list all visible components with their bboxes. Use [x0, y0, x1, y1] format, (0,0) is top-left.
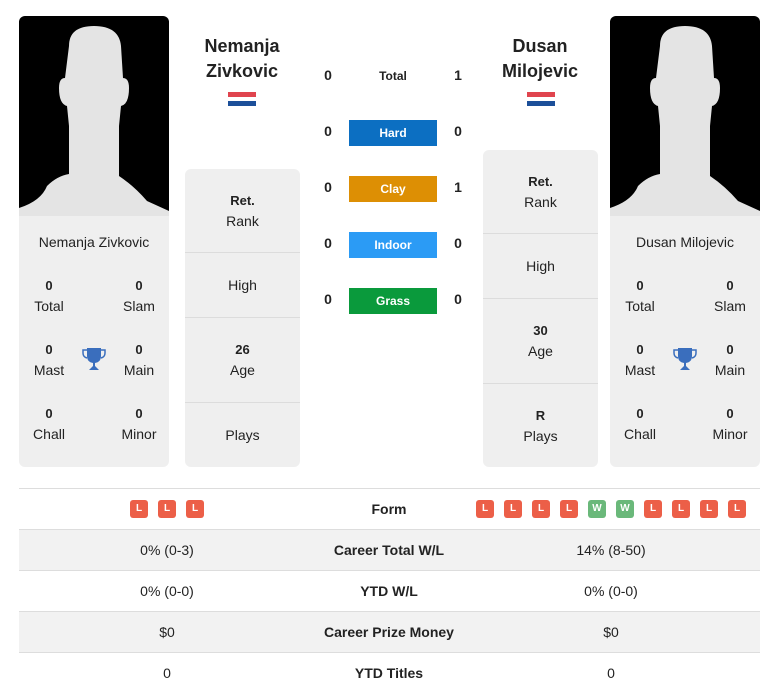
player2-stat-total: 0 Total: [625, 278, 655, 314]
player1-stat-minor: 0 Minor: [121, 406, 157, 442]
player2-stat-chall: 0 Chall: [624, 406, 656, 442]
form-badge-loss: L: [644, 500, 662, 518]
p2-form: LLLLWWLLLL: [463, 489, 759, 529]
h2h-total-p1: 0: [324, 67, 332, 83]
player2-card: Dusan Milojevic 0 Total 0 Slam 0 Mast 0 …: [610, 16, 760, 467]
p1-value: 0% (0-3): [140, 542, 194, 558]
form-badge-loss: L: [186, 500, 204, 518]
player2-high: High: [483, 234, 598, 299]
player1-rank: Ret. Rank: [185, 169, 300, 253]
row-label: YTD W/L: [360, 583, 418, 599]
form-badge-loss: L: [158, 500, 176, 518]
surface-indoor-button[interactable]: Indoor: [349, 232, 437, 258]
player1-age: 26 Age: [185, 318, 300, 403]
table-row-form: LLL Form LLLLWWLLLL: [19, 488, 760, 529]
form-badge-loss: L: [130, 500, 148, 518]
player2-photo: [610, 16, 760, 216]
form-badge-loss: L: [672, 500, 690, 518]
serbia-flag-icon: [228, 92, 256, 106]
player1-card: Nemanja Zivkovic 0 Total 0 Slam 0 Mast 0…: [19, 16, 169, 467]
h2h-indoor-p2: 0: [454, 235, 462, 251]
form-badge-loss: L: [560, 500, 578, 518]
form-badge-loss: L: [504, 500, 522, 518]
h2h-clay-p2: 1: [454, 179, 462, 195]
trophy-icon: [81, 346, 107, 372]
player1-stat-main: 0 Main: [123, 342, 155, 378]
p1-form: LLL: [19, 489, 315, 529]
h2h-grass-p2: 0: [454, 291, 462, 307]
player2-stat-mast: 0 Mast: [624, 342, 656, 378]
p2-value: 0% (0-0): [584, 583, 638, 599]
trophy-icon: [672, 346, 698, 372]
row-label: Career Total W/L: [333, 542, 445, 558]
player2-rank: Ret. Rank: [483, 150, 598, 234]
player1-stat-total: 0 Total: [34, 278, 64, 314]
player1-plays: Plays: [225, 427, 260, 443]
player2-info-card: Ret. Rank High 30 Age R Plays: [483, 150, 598, 467]
player1-stat-slam: 0 Slam: [123, 278, 155, 314]
player1-photo: [19, 16, 169, 216]
h2h-hard-p2: 0: [454, 123, 462, 139]
player2-card-name: Dusan Milojevic: [635, 234, 735, 250]
form-badge-loss: L: [700, 500, 718, 518]
h2h-clay-p1: 0: [324, 179, 332, 195]
player1-stat-mast: 0 Mast: [33, 342, 65, 378]
player1-name-link[interactable]: Nemanja Zivkovic: [167, 34, 317, 84]
serbia-flag-icon: [527, 92, 555, 106]
form-badge-loss: L: [476, 500, 494, 518]
player2-stat-main: 0 Main: [714, 342, 746, 378]
avatar-silhouette-icon: [610, 26, 760, 216]
player1-card-name: Nemanja Zivkovic: [38, 234, 150, 250]
surface-clay-button[interactable]: Clay: [349, 176, 437, 202]
p1-value: $0: [159, 624, 175, 640]
row-label: YTD Titles: [354, 665, 424, 681]
surface-hard-button[interactable]: Hard: [349, 120, 437, 146]
table-row: 0% (0-0) YTD W/L 0% (0-0): [19, 570, 760, 611]
p1-value: 0: [163, 665, 171, 681]
p2-value: $0: [603, 624, 619, 640]
player2-stat-minor: 0 Minor: [712, 406, 748, 442]
table-row: 0 YTD Titles 0: [19, 652, 760, 693]
h2h-indoor-p1: 0: [324, 235, 332, 251]
p2-value: 0: [607, 665, 615, 681]
player1-high: High: [185, 253, 300, 318]
player1-info-card: Ret. Rank High 26 Age Plays: [185, 169, 300, 467]
p1-value: 0% (0-0): [140, 583, 194, 599]
player2-plays: R Plays: [523, 407, 558, 444]
row-label: Form: [371, 501, 407, 517]
p2-value: 14% (8-50): [576, 542, 646, 558]
table-row: $0 Career Prize Money $0: [19, 611, 760, 652]
form-badge-win: W: [588, 500, 606, 518]
form-badge-win: W: [616, 500, 634, 518]
surface-grass-button[interactable]: Grass: [349, 288, 437, 314]
avatar-silhouette-icon: [19, 26, 169, 216]
player2-name-link[interactable]: Dusan Milojevic: [465, 34, 615, 84]
row-label: Career Prize Money: [324, 624, 454, 640]
table-row: 0% (0-3) Career Total W/L 14% (8-50): [19, 529, 760, 570]
player2-stat-slam: 0 Slam: [714, 278, 746, 314]
h2h-total-label: Total: [379, 69, 407, 83]
h2h-hard-p1: 0: [324, 123, 332, 139]
form-badge-loss: L: [728, 500, 746, 518]
h2h-grass-p1: 0: [324, 291, 332, 307]
player1-stat-chall: 0 Chall: [33, 406, 65, 442]
player2-age: 30 Age: [483, 299, 598, 384]
form-badge-loss: L: [532, 500, 550, 518]
